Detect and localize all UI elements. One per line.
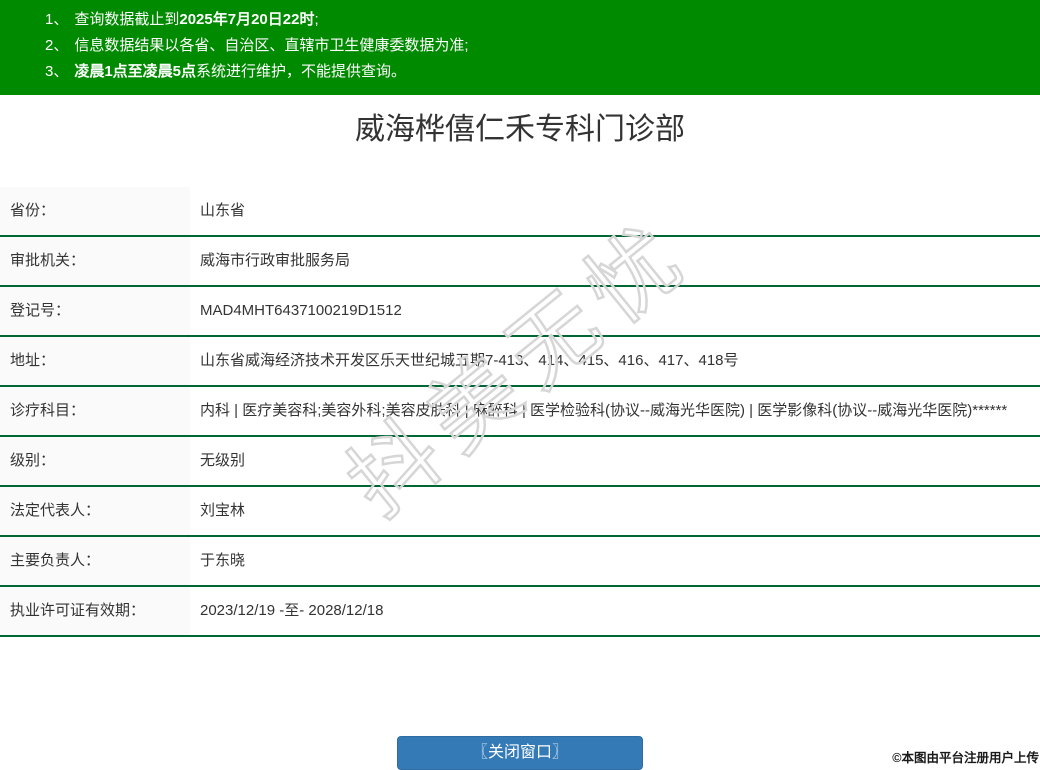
row-value: 山东省威海经济技术开发区乐天世纪城五期7-413、414、415、416、417… (200, 352, 739, 369)
row-value: 2023/12/19 -至- 2028/12/18 (200, 602, 384, 619)
row-value: 刘宝林 (200, 502, 246, 519)
notice-line-1-text: 查询数据截止到 (74, 11, 180, 28)
table-row-province: 省份： 山东省 (0, 187, 1040, 236)
notice-line-1: 1、 查询数据截止到2025年7月20日22时; (45, 7, 1020, 33)
notice-line-2-number: 2、 (45, 37, 69, 54)
table-row-registration-number: 登记号： MAD4MHT6437100219D1512 (0, 286, 1040, 336)
row-label: 省份： (0, 187, 190, 236)
row-value: 威海市行政审批服务局 (200, 252, 351, 269)
row-value: 无级别 (200, 452, 246, 469)
row-label: 级别： (0, 436, 190, 486)
table-row-level: 级别： 无级别 (0, 436, 1040, 486)
row-label: 地址： (0, 336, 190, 386)
notice-line-1-deadline: 2025年7月20日22时 (179, 11, 315, 28)
notice-line-3-number: 3、 (45, 63, 69, 80)
row-value: 山东省 (200, 202, 246, 219)
row-label: 主要负责人： (0, 536, 190, 586)
institution-info-table: 省份： 山东省 审批机关： 威海市行政审批服务局 登记号： MAD4MHT643… (0, 187, 1040, 637)
row-label: 法定代表人： (0, 486, 190, 536)
row-value: 于东晓 (200, 552, 246, 569)
notice-line-1-number: 1、 (45, 11, 69, 28)
copyright-watermark: ©本图由平台注册用户上传 (892, 751, 1039, 765)
table-row-address: 地址： 山东省威海经济技术开发区乐天世纪城五期7-413、414、415、416… (0, 336, 1040, 386)
table-row-principal: 主要负责人： 于东晓 (0, 536, 1040, 586)
notice-line-2-text: 信息数据结果以各省、自治区、直辖市卫生健康委数据为准; (74, 37, 469, 54)
close-window-button[interactable]: 〖关闭窗口〗 (397, 736, 643, 770)
notice-banner: 1、 查询数据截止到2025年7月20日22时; 2、 信息数据结果以各省、自治区、… (0, 0, 1040, 95)
row-value: MAD4MHT6437100219D1512 (200, 302, 402, 319)
page-title: 威海桦僖仁禾专科门诊部 (355, 113, 685, 146)
table-row-diagnosis-subjects: 诊疗科目： 内科 | 医疗美容科;美容外科;美容皮肤科 | 麻醉科 | 医学检验… (0, 386, 1040, 436)
row-label: 诊疗科目： (0, 386, 190, 436)
table-row-approval-authority: 审批机关： 威海市行政审批服务局 (0, 236, 1040, 286)
row-label: 审批机关： (0, 236, 190, 286)
notice-line-3: 3、 凌晨1点至凌晨5点系统进行维护，不能提供查询。 (45, 59, 1020, 85)
query-result-page: 1、 查询数据截止到2025年7月20日22时; 2、 信息数据结果以各省、自治区、… (0, 0, 1040, 770)
row-label: 登记号： (0, 286, 190, 336)
notice-line-1-tail: ; (314, 11, 319, 28)
notice-line-2: 2、 信息数据结果以各省、自治区、直辖市卫生健康委数据为准; (45, 33, 1020, 59)
notice-line-3-text: 系统进行维护，不能提供查询。 (196, 63, 407, 80)
table-row-legal-representative: 法定代表人： 刘宝林 (0, 486, 1040, 536)
table-row-license-validity: 执业许可证有效期： 2023/12/19 -至- 2028/12/18 (0, 586, 1040, 636)
row-value: 内科 | 医疗美容科;美容外科;美容皮肤科 | 麻醉科 | 医学检验科(协议--… (200, 402, 1008, 419)
row-label: 执业许可证有效期： (0, 586, 190, 636)
notice-line-3-maintenance-window: 凌晨1点至凌晨5点 (74, 63, 197, 80)
